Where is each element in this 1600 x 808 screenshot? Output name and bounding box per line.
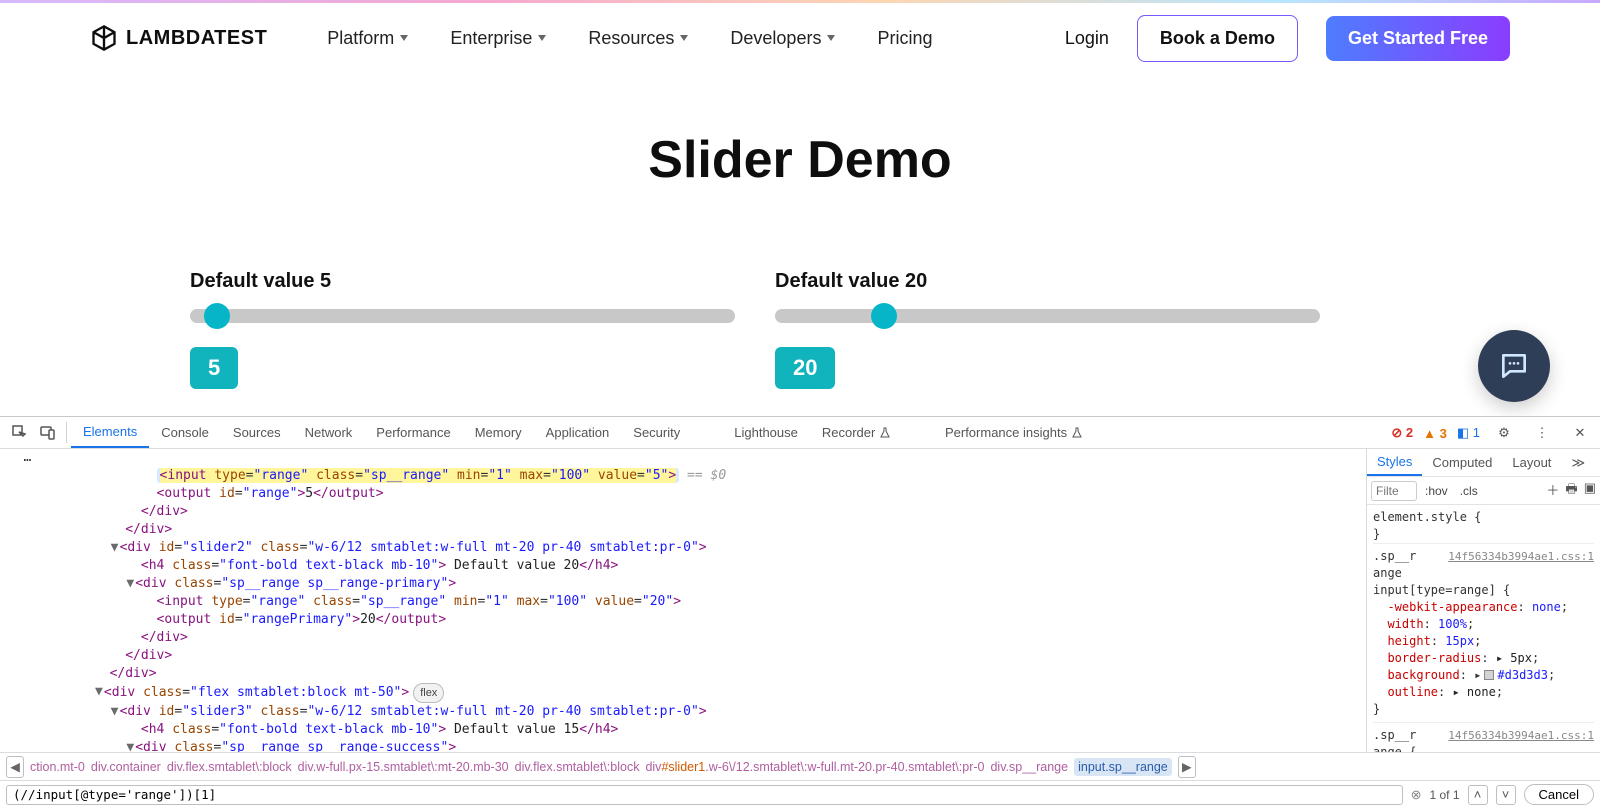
tab-elements[interactable]: Elements	[71, 417, 149, 448]
styles-tab[interactable]: Styles	[1367, 449, 1422, 476]
slider-2-value: 20	[775, 347, 835, 389]
get-started-button[interactable]: Get Started Free	[1326, 16, 1510, 61]
warning-badge[interactable]: ▲ 3	[1423, 426, 1447, 441]
slider-2-thumb[interactable]	[871, 303, 897, 329]
search-next-icon[interactable]: ˅	[1496, 785, 1516, 805]
search-prev-icon[interactable]: ˄	[1468, 785, 1488, 805]
new-style-icon[interactable]: ＋	[1546, 480, 1559, 502]
book-demo-button[interactable]: Book a Demo	[1137, 15, 1298, 62]
slider-2-track[interactable]	[775, 309, 1320, 323]
tab-sources[interactable]: Sources	[221, 417, 293, 448]
styles-panel: Styles Computed Layout ≫ :hov .cls ＋ 🖶 ▣…	[1366, 449, 1600, 752]
tab-performance[interactable]: Performance	[364, 417, 462, 448]
brand-icon	[90, 24, 118, 52]
nav-enterprise[interactable]: Enterprise	[450, 28, 546, 49]
styles-content[interactable]: element.style { } 14f56334b3994ae1.css:1…	[1367, 505, 1600, 752]
kebab-icon[interactable]: ⋮	[1528, 425, 1556, 441]
styles-filter-input[interactable]	[1371, 481, 1417, 501]
slider-1-label: Default value 5	[190, 270, 735, 293]
chevron-down-icon	[400, 35, 408, 41]
tab-lighthouse[interactable]: Lighthouse	[722, 417, 810, 448]
nav-pricing[interactable]: Pricing	[877, 28, 932, 49]
elements-search: ⊗ 1 of 1 ˄ ˅ Cancel	[0, 780, 1600, 808]
bc-item[interactable]: div.flex.smtablet\:block	[515, 760, 640, 774]
slider-1-track[interactable]	[190, 309, 735, 323]
slider-1-thumb[interactable]	[204, 303, 230, 329]
hov-toggle[interactable]: :hov	[1421, 482, 1452, 500]
flask-icon	[1071, 427, 1083, 439]
bc-item[interactable]: div.container	[91, 760, 161, 774]
nav-developers[interactable]: Developers	[730, 28, 835, 49]
bc-item[interactable]: div.sp__range	[990, 760, 1068, 774]
gear-icon[interactable]: ⚙	[1490, 425, 1518, 441]
page-title: Slider Demo	[0, 130, 1600, 190]
clear-search-icon[interactable]: ⊗	[1411, 787, 1422, 803]
bc-item[interactable]: ction.mt-0	[30, 760, 85, 774]
main-nav: Platform Enterprise Resources Developers…	[327, 28, 932, 49]
bc-scroll-left[interactable]: ◀	[6, 756, 24, 778]
slider-2: Default value 20 20	[775, 270, 1360, 389]
devtools-panel: Elements Console Sources Network Perform…	[0, 416, 1600, 808]
site-header: LAMBDATEST Platform Enterprise Resources…	[0, 3, 1600, 73]
chat-fab[interactable]	[1478, 330, 1550, 402]
chevron-down-icon	[680, 35, 688, 41]
slider-2-label: Default value 20	[775, 270, 1320, 293]
bc-item[interactable]: div.w-full.px-15.smtablet\:mt-20.mb-30	[298, 760, 509, 774]
issues-badge[interactable]: ◧ 1	[1457, 425, 1480, 441]
chevron-down-icon	[827, 35, 835, 41]
search-cancel-button[interactable]: Cancel	[1524, 784, 1594, 805]
search-count: 1 of 1	[1430, 788, 1460, 802]
nav-platform[interactable]: Platform	[327, 28, 408, 49]
tab-security[interactable]: Security	[621, 417, 692, 448]
slider-1: Default value 5 5	[190, 270, 775, 389]
css-source-link[interactable]: 14f56334b3994ae1.css:1	[1448, 548, 1594, 565]
nav-resources[interactable]: Resources	[588, 28, 688, 49]
tab-network[interactable]: Network	[293, 417, 365, 448]
devtools-tabbar: Elements Console Sources Network Perform…	[0, 417, 1600, 449]
slider-demo-area: Default value 5 5 Default value 20 20	[190, 270, 1360, 389]
css-source-link[interactable]: 14f56334b3994ae1.css:1	[1448, 727, 1594, 744]
cls-toggle[interactable]: .cls	[1456, 482, 1482, 500]
brand-text: LAMBDATEST	[126, 27, 267, 50]
slider-1-value: 5	[190, 347, 238, 389]
bc-item[interactable]: div#slider1.w-6\/12.smtablet\:w-full.mt-…	[645, 760, 984, 774]
error-badge[interactable]: ⊘ 2	[1391, 425, 1413, 441]
panel-icon[interactable]: ▣	[1584, 480, 1596, 502]
elements-tree[interactable]: … <input type="range" class="sp__range" …	[0, 449, 1366, 752]
layout-tab[interactable]: Layout	[1502, 449, 1561, 476]
tab-memory[interactable]: Memory	[463, 417, 534, 448]
chevron-down-icon	[538, 35, 546, 41]
close-devtools-icon[interactable]: ✕	[1566, 425, 1594, 441]
computed-tab[interactable]: Computed	[1422, 449, 1502, 476]
login-link[interactable]: Login	[1065, 28, 1109, 49]
inspect-icon[interactable]	[6, 417, 34, 448]
tab-console[interactable]: Console	[149, 417, 221, 448]
tab-recorder[interactable]: Recorder	[810, 417, 903, 448]
chat-icon	[1498, 350, 1530, 382]
device-toggle-icon[interactable]	[34, 417, 62, 448]
print-icon[interactable]: 🖶	[1565, 480, 1577, 502]
search-input[interactable]	[6, 785, 1403, 805]
bc-item-selected[interactable]: input.sp__range	[1074, 758, 1172, 776]
elements-breadcrumb: ◀ ction.mt-0 div.container div.flex.smta…	[0, 752, 1600, 780]
bc-item[interactable]: div.flex.smtablet\:block	[167, 760, 292, 774]
bc-scroll-right[interactable]: ▶	[1178, 756, 1196, 778]
brand-logo[interactable]: LAMBDATEST	[90, 24, 267, 52]
more-tabs-icon[interactable]: ≫	[1561, 449, 1595, 476]
tab-insights[interactable]: Performance insights	[933, 417, 1095, 448]
tab-application[interactable]: Application	[534, 417, 622, 448]
flask-icon	[879, 427, 891, 439]
